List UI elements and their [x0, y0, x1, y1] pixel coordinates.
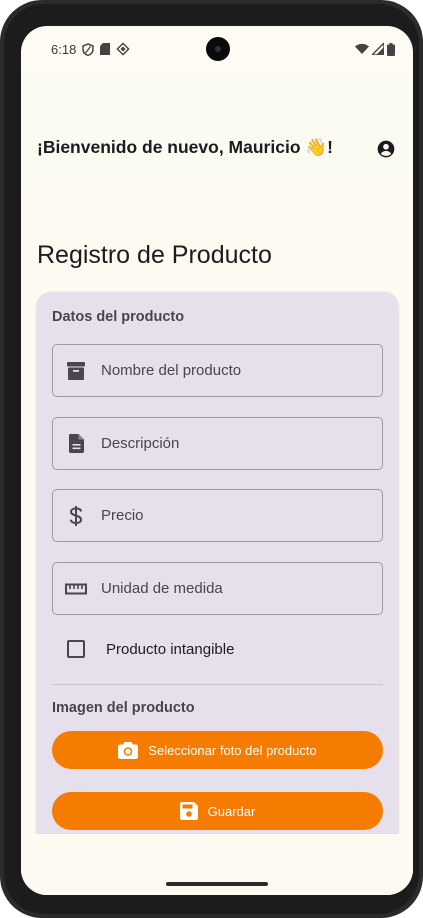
- select-photo-label: Seleccionar foto del producto: [148, 742, 317, 758]
- vpn-shield-icon: [82, 42, 95, 56]
- intangible-product-row: Producto intangible: [52, 634, 383, 664]
- ruler-icon: [65, 578, 87, 600]
- home-indicator[interactable]: [166, 882, 268, 886]
- archive-box-icon: [65, 360, 87, 382]
- price-placeholder: Precio: [101, 507, 144, 524]
- save-label: Guardar: [207, 803, 256, 819]
- sd-card-icon: [100, 43, 111, 55]
- description-field[interactable]: Descripción: [52, 417, 383, 470]
- account-circle-icon: [377, 140, 395, 158]
- device-bezel: 6:18 ¡Bienvenido de nuevo, Mauricio 👋! R…: [4, 4, 419, 914]
- app-header: [21, 72, 413, 180]
- unit-of-measure-field[interactable]: Unidad de medida: [52, 562, 383, 615]
- section-label-product-data: Datos del producto: [52, 309, 185, 325]
- unit-placeholder: Unidad de medida: [101, 580, 223, 597]
- camera-icon: [118, 741, 139, 759]
- data-saver-icon: [116, 42, 130, 56]
- device-frame: 6:18 ¡Bienvenido de nuevo, Mauricio 👋! R…: [0, 0, 423, 918]
- intangible-product-label[interactable]: Producto intangible: [106, 641, 234, 658]
- signal-icon: [372, 43, 384, 55]
- product-name-field[interactable]: Nombre del producto: [52, 344, 383, 397]
- wifi-icon: [355, 43, 369, 55]
- product-name-placeholder: Nombre del producto: [101, 362, 242, 379]
- dollar-icon: [65, 505, 87, 527]
- section-label-product-image: Imagen del producto: [52, 700, 195, 716]
- front-camera: [206, 37, 230, 61]
- document-icon: [65, 433, 87, 455]
- section-divider: [52, 684, 383, 685]
- description-placeholder: Descripción: [101, 435, 180, 452]
- price-field[interactable]: Precio: [52, 489, 383, 542]
- save-icon: [179, 802, 198, 820]
- phone-screen: 6:18 ¡Bienvenido de nuevo, Mauricio 👋! R…: [21, 26, 413, 895]
- welcome-message: ¡Bienvenido de nuevo, Mauricio 👋!: [37, 137, 333, 157]
- intangible-product-checkbox[interactable]: [67, 640, 85, 658]
- account-button[interactable]: [375, 138, 397, 160]
- status-time: 6:18: [51, 41, 77, 57]
- save-button[interactable]: Guardar: [52, 792, 383, 830]
- battery-icon: [387, 42, 395, 56]
- select-photo-button[interactable]: Seleccionar foto del producto: [52, 731, 383, 769]
- page-title: Registro de Producto: [37, 241, 272, 269]
- product-form-card: Datos del producto Nombre del producto D…: [37, 292, 398, 852]
